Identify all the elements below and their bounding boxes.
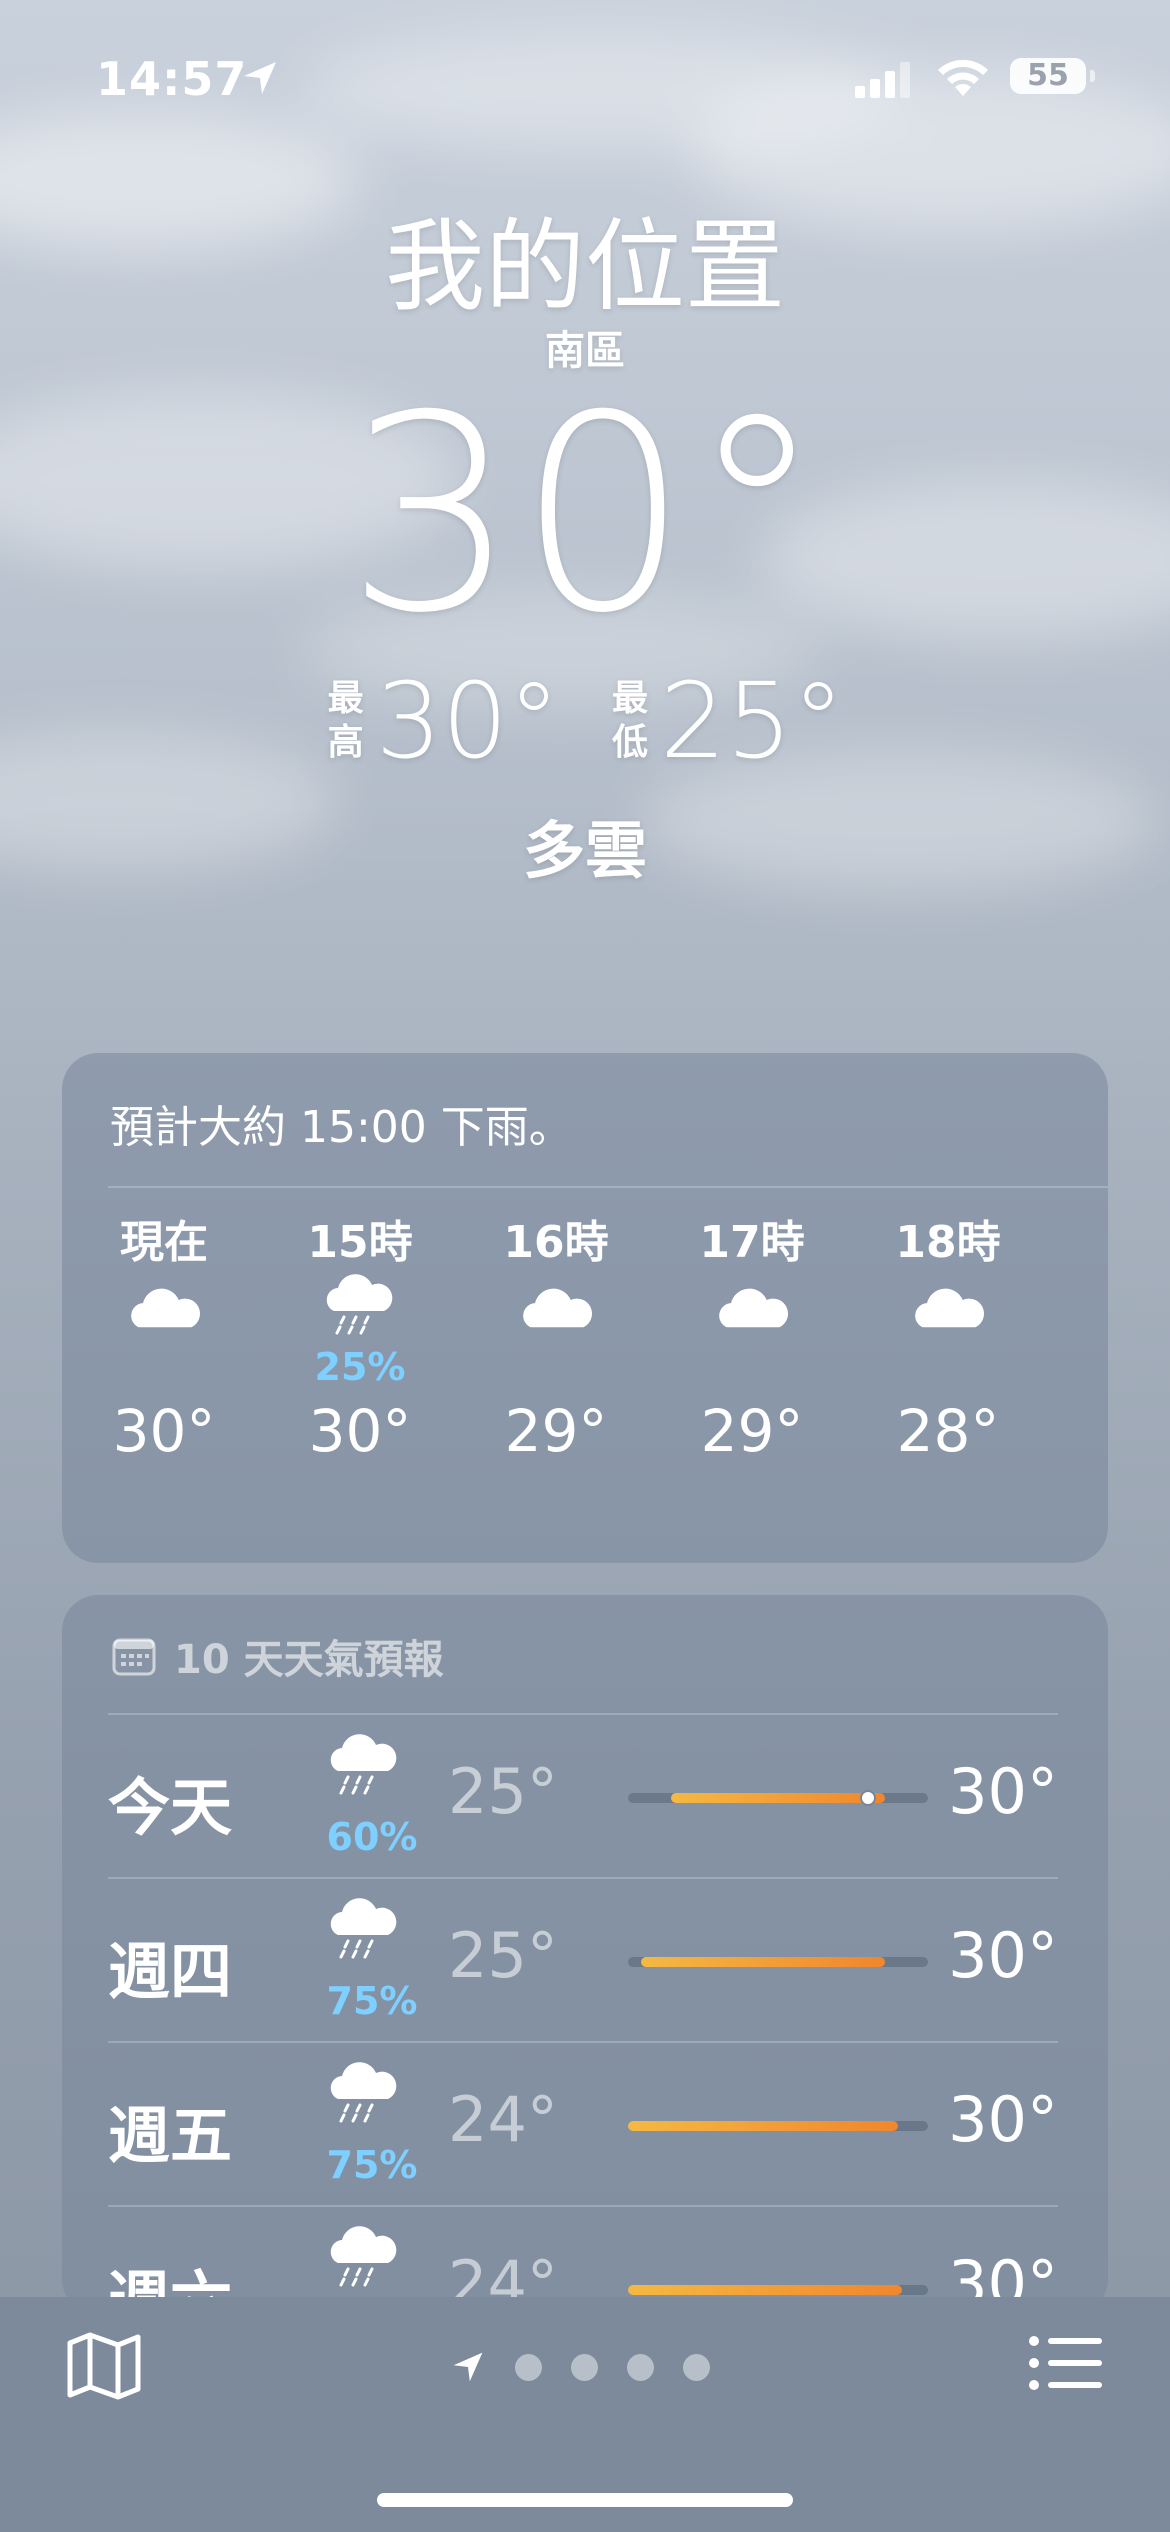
hour-icon-wrap xyxy=(1064,1273,1108,1383)
page-dot[interactable] xyxy=(515,2353,542,2381)
hour-icon-wrap xyxy=(868,1273,1028,1383)
hourly-scroll[interactable]: 現在 30° 15時 25% 30° 16時 29° 17時 29° 18時 28° 1 xyxy=(62,1213,1108,1553)
hour-temp: 30° xyxy=(308,1397,412,1465)
page-dot[interactable] xyxy=(627,2353,654,2381)
day-high: 30° xyxy=(948,2083,1058,2156)
hourly-item: 現在 30° xyxy=(84,1213,244,1471)
day-name: 週四 xyxy=(108,1935,233,2008)
low-temperature: 25° xyxy=(660,660,845,782)
day-low: 25° xyxy=(448,1755,558,1828)
day-name: 今天 xyxy=(108,1771,233,1844)
hourly-forecast-card[interactable]: 預計大約 15:00 下雨。 現在 30° 15時 25% 30° 16時 29° 17時 29… xyxy=(62,1053,1108,1563)
location-arrow-icon[interactable] xyxy=(450,2349,486,2385)
hour-temp: 28° xyxy=(896,1397,1000,1465)
calendar-icon xyxy=(112,1638,156,1676)
day-precip: 60% xyxy=(326,1815,418,1859)
hour-icon-wrap xyxy=(672,1273,832,1383)
ten-day-header: 10 天天氣預報 xyxy=(112,1627,444,1685)
high-label-line2: 高 xyxy=(327,722,364,763)
hourly-summary: 預計大約 15:00 下雨。 xyxy=(110,1102,573,1153)
hourly-item: 18時 28° xyxy=(868,1213,1028,1471)
hour-precip: 25% xyxy=(314,1345,406,1389)
hour-label: 18時 xyxy=(895,1217,1001,1268)
day-name: 週五 xyxy=(108,2099,233,2172)
cloud-rain-icon xyxy=(330,1898,397,1959)
temp-range-bar xyxy=(628,1790,928,1806)
status-time: 14:57 xyxy=(96,52,248,106)
hour-label: 15時 xyxy=(307,1217,413,1268)
high-label: 最 高 xyxy=(326,677,366,765)
weather-condition: 多雲 xyxy=(522,814,647,887)
temp-range-fill xyxy=(628,2285,903,2295)
cloud-rain-icon xyxy=(326,1274,393,1335)
cellular-signal-icon xyxy=(855,62,910,98)
temp-range-fill xyxy=(670,1793,886,1803)
ten-day-forecast-card[interactable]: 10 天天氣預報 今天 60% 25° 30° 週四 75% 25° 30° 週五 75% 24° 3… xyxy=(62,1595,1108,2315)
location-title: 我的位置 xyxy=(385,208,785,325)
low-label-line2: 低 xyxy=(611,722,648,763)
list-icon[interactable] xyxy=(1028,2333,1104,2393)
temp-range-fill xyxy=(628,2121,898,2131)
day-low: 25° xyxy=(448,1919,558,1992)
cloud-icon xyxy=(719,1288,789,1328)
day-icon-wrap xyxy=(322,1897,432,1977)
battery-indicator: 55 xyxy=(1010,58,1086,94)
current-temp-dot xyxy=(860,1790,876,1806)
day-icon-wrap xyxy=(322,2225,432,2305)
cloud-icon xyxy=(915,1288,985,1328)
cloud-rain-icon xyxy=(330,1734,397,1795)
hourly-item: 1 xyxy=(1064,1213,1108,1391)
low-label: 最 低 xyxy=(610,677,650,765)
day-row[interactable]: 週四 75% 25° 30° xyxy=(108,1877,1058,2043)
hour-label: 現在 xyxy=(120,1217,208,1268)
cloud-icon xyxy=(523,1288,593,1328)
hour-temp: 29° xyxy=(504,1397,608,1465)
hour-label: 16時 xyxy=(503,1217,609,1268)
battery-tip xyxy=(1090,70,1095,82)
high-label-line1: 最 xyxy=(327,678,364,719)
low-label-line1: 最 xyxy=(611,678,648,719)
divider xyxy=(108,1186,1108,1188)
day-low: 24° xyxy=(448,2083,558,2156)
hour-icon-wrap xyxy=(476,1273,636,1383)
cloud-icon xyxy=(1102,1287,1108,1355)
map-icon[interactable] xyxy=(66,2331,142,2401)
hour-temp: 30° xyxy=(112,1397,216,1465)
hour-icon-wrap xyxy=(84,1273,244,1383)
status-bar: 14:57 55 xyxy=(0,52,1170,112)
day-precip: 75% xyxy=(326,1979,418,2023)
day-high: 30° xyxy=(948,1919,1058,1992)
cloud-icon xyxy=(131,1288,201,1328)
high-low-row: 最 高 30° 最 低 25° xyxy=(0,660,1170,782)
ten-day-title: 10 天天氣預報 xyxy=(174,1637,444,1683)
page-dot[interactable] xyxy=(683,2353,710,2381)
hour-icon-wrap: 25% xyxy=(280,1273,440,1389)
day-icon-wrap xyxy=(322,1733,432,1813)
day-high: 30° xyxy=(948,1755,1058,1828)
day-row[interactable]: 今天 60% 25° 30° xyxy=(108,1713,1058,1879)
cloud-rain-icon xyxy=(330,2226,397,2287)
hour-label: 1 xyxy=(1064,1213,1108,1273)
temp-range-bar xyxy=(628,2121,928,2131)
wifi-icon xyxy=(938,59,988,96)
page-dot[interactable] xyxy=(571,2353,598,2381)
page-indicator[interactable] xyxy=(450,2349,710,2385)
temp-range-fill xyxy=(640,1957,886,1967)
hourly-item: 16時 29° xyxy=(476,1213,636,1471)
location-services-icon xyxy=(244,62,276,94)
hourly-item: 17時 29° xyxy=(672,1213,832,1471)
temp-range-bar xyxy=(628,1957,928,1967)
hour-label: 17時 xyxy=(699,1217,805,1268)
day-icon-wrap xyxy=(322,2061,432,2141)
hourly-item: 15時 25% 30° xyxy=(280,1213,440,1471)
high-temperature: 30° xyxy=(375,660,560,782)
current-temperature: 30° xyxy=(345,357,825,672)
temp-range-bar xyxy=(628,2285,928,2295)
hour-temp: 29° xyxy=(700,1397,804,1465)
day-precip: 75% xyxy=(326,2143,418,2187)
cloud-rain-icon xyxy=(330,2062,397,2123)
home-indicator[interactable] xyxy=(377,2493,793,2507)
day-row[interactable]: 週五 75% 24° 30° xyxy=(108,2041,1058,2207)
